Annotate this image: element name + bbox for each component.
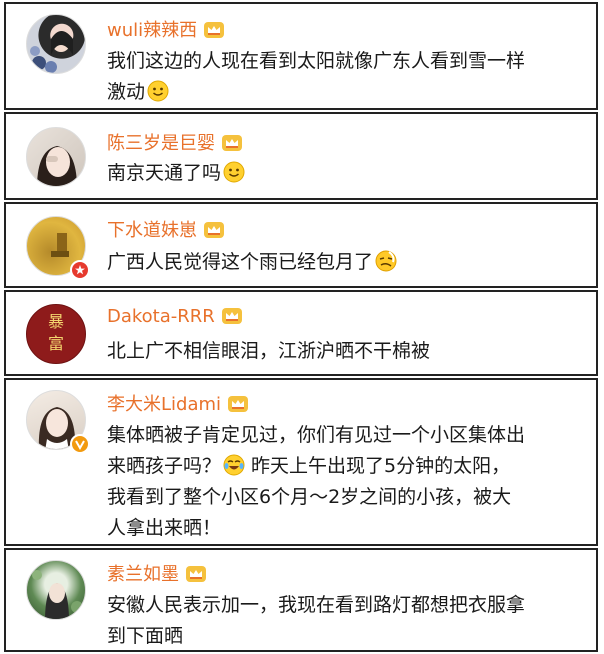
avatar[interactable]: 暴 富 bbox=[26, 304, 86, 364]
smile-emoji-icon bbox=[147, 80, 169, 102]
comment-card: 李大米Lidami 集体晒被子肯定见过，你们有见过一个小区集体出 来晒孩子吗？ … bbox=[4, 378, 598, 546]
comment-text-body: 北上广不相信眼泪，江浙沪晒不干棉被 bbox=[107, 340, 431, 362]
comment-text-body: 南京天通了吗 bbox=[107, 162, 222, 184]
username-text: 素兰如墨 bbox=[107, 564, 179, 585]
orange-verified-badge bbox=[70, 434, 90, 454]
avatar-glyph: 暴 bbox=[47, 312, 64, 331]
comment-text: 安徽人民表示加一，我现在看到路灯都想把衣服拿 到下面晒 bbox=[107, 590, 582, 652]
avatar[interactable] bbox=[26, 127, 86, 187]
comment-card: 陈三岁是巨婴 南京天通了吗 bbox=[4, 112, 598, 200]
comment-text-body: 安徽人民表示加一，我现在看到路灯都想把衣服拿 到下面晒 bbox=[107, 594, 526, 647]
comment-text-body: 广西人民觉得这个雨已经包月了 bbox=[107, 251, 374, 273]
comment-list: wuli辣辣西 我们这边的人现在看到太阳就像广东人看到雪一样 激动 陈三岁是巨婴… bbox=[0, 0, 604, 654]
crown-icon bbox=[186, 566, 206, 582]
username-text: Dakota-RRR bbox=[107, 306, 215, 327]
username[interactable]: 李大米Lidami bbox=[107, 390, 249, 416]
username[interactable]: wuli辣辣西 bbox=[107, 16, 225, 42]
crown-icon bbox=[204, 222, 224, 238]
comment-card: 暴 富 Dakota-RRR 北上广不相信眼泪，江浙沪晒不干棉被 bbox=[4, 290, 598, 376]
comment-card: wuli辣辣西 我们这边的人现在看到太阳就像广东人看到雪一样 激动 bbox=[4, 2, 598, 110]
comment-text-body: 我们这边的人现在看到太阳就像广东人看到雪一样 激动 bbox=[107, 50, 526, 103]
username[interactable]: Dakota-RRR bbox=[107, 306, 243, 327]
username[interactable]: 素兰如墨 bbox=[107, 560, 207, 586]
crown-icon bbox=[228, 396, 249, 412]
comment-text: 集体晒被子肯定见过，你们有见过一个小区集体出 来晒孩子吗？ 昨天上午出现了5分钟… bbox=[107, 420, 582, 544]
username[interactable]: 下水道妹崽 bbox=[107, 216, 225, 242]
comment-text: 北上广不相信眼泪，江浙沪晒不干棉被 bbox=[107, 336, 582, 367]
crown-icon bbox=[222, 135, 242, 151]
username-text: 李大米Lidami bbox=[107, 394, 222, 415]
crown-icon bbox=[221, 308, 242, 324]
comment-card: 下水道妹崽 广西人民觉得这个雨已经包月了 bbox=[4, 202, 598, 288]
username-text: 陈三岁是巨婴 bbox=[107, 133, 215, 154]
red-verified-badge bbox=[70, 260, 90, 280]
comment-card: 素兰如墨 安徽人民表示加一，我现在看到路灯都想把衣服拿 到下面晒 bbox=[4, 548, 598, 652]
comment-text: 广西人民觉得这个雨已经包月了 bbox=[107, 247, 582, 278]
avatar[interactable] bbox=[26, 560, 86, 620]
laugh-cry-emoji-icon bbox=[223, 454, 245, 476]
avatar-glyph: 富 bbox=[47, 334, 64, 353]
comment-text: 我们这边的人现在看到太阳就像广东人看到雪一样 激动 bbox=[107, 46, 582, 108]
smile-emoji-icon bbox=[223, 161, 245, 183]
username[interactable]: 陈三岁是巨婴 bbox=[107, 129, 243, 155]
tired-emoji-icon bbox=[375, 250, 397, 272]
crown-icon bbox=[204, 22, 225, 38]
username-text: wuli辣辣西 bbox=[107, 20, 198, 41]
avatar[interactable] bbox=[26, 14, 86, 74]
comment-text: 南京天通了吗 bbox=[107, 158, 582, 189]
username-text: 下水道妹崽 bbox=[107, 220, 197, 241]
